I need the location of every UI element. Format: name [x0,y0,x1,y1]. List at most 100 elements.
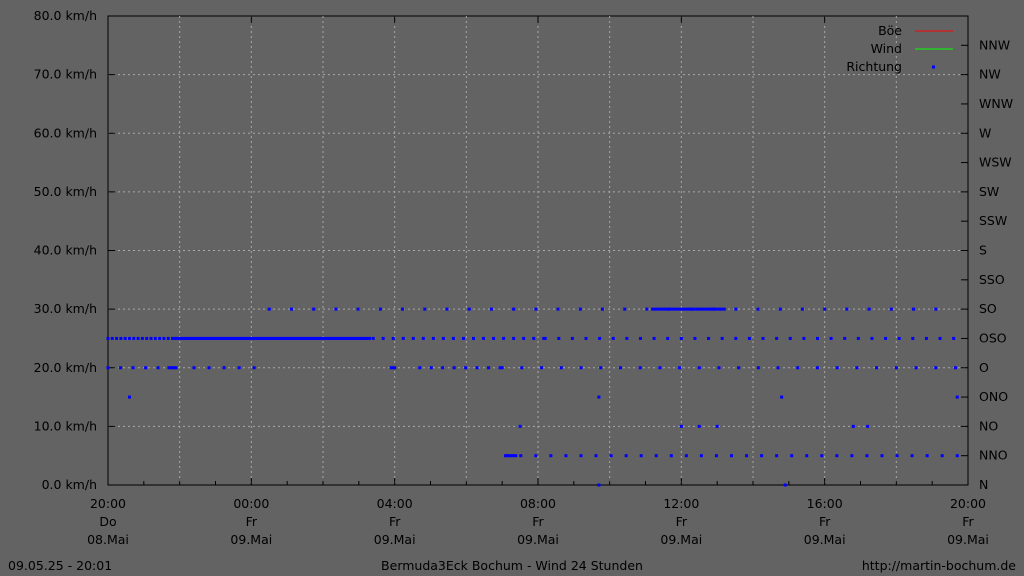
direction-point [843,336,847,340]
direction-point [682,307,686,311]
legend-label: Wind [871,41,902,56]
direction-point [222,366,226,370]
direction-point [431,336,435,340]
direction-point [598,336,602,340]
y-tick-label: 40.0 km/h [34,243,97,258]
direction-tick-label: WNW [979,96,1013,111]
direction-point [119,336,123,340]
direction-tick-label: N [979,477,988,492]
direction-point [500,366,504,370]
direction-point [654,454,658,458]
direction-point [356,307,360,311]
direction-point [912,307,916,311]
direction-point [557,336,561,340]
direction-point [720,336,724,340]
direction-point [461,336,465,340]
wind-chart: 0.0 km/h 10.0 km/h 20.0 km/h 30.0 km/h 40.0 … [34,8,1013,547]
direction-point [745,454,749,458]
direction-point [790,454,794,458]
direction-point [522,336,526,340]
legend-label: Böe [878,23,902,38]
direction-point [708,307,712,311]
direction-point [775,336,779,340]
direction-point [684,454,688,458]
direction-point [482,336,486,340]
direction-point [714,454,718,458]
direction-point [816,336,819,340]
direction-point [136,336,140,340]
direction-point [252,366,256,370]
x-tick-date: 09.Mai [947,532,989,547]
direction-tick-label: NNO [979,448,1008,463]
direction-tick-label: O [979,360,989,375]
direction-point [761,336,765,340]
direction-point [924,336,928,340]
direction-point [378,307,382,311]
direction-point [534,307,538,311]
direction-point [788,336,792,340]
direction-point [678,366,682,370]
direction-point [953,366,957,370]
direction-point [783,483,787,487]
direction-point [166,336,170,340]
direction-axis-ticks: N NNO NO ONO O OSO SO SSO S SSW SW WSW W WNW NW NNW [961,37,1013,492]
direction-point [674,307,678,311]
direction-point [519,454,523,458]
site-url: http://martin-bochum.de [861,558,1016,573]
direction-point [694,307,698,311]
direction-point [145,336,149,340]
direction-point [845,307,849,311]
direction-point [534,454,538,458]
direction-point [381,336,385,340]
direction-point [487,366,491,370]
direction-point [611,336,615,340]
x-tick-day: Fr [819,514,831,529]
direction-point [730,454,733,458]
direction-point [800,307,804,311]
direction-tick-label: W [979,125,991,140]
direction-point [778,307,782,311]
direction-point [952,336,956,340]
direction-point [512,336,516,340]
direction-point [914,366,918,370]
y-tick-label: 60.0 km/h [34,125,97,140]
y-tick-label: 80.0 km/h [34,8,97,23]
direction-point [734,336,738,340]
direction-point [897,336,901,340]
direction-point [717,366,721,370]
direction-point [737,366,741,370]
direction-point [719,307,723,311]
direction-point [760,454,764,458]
direction-point [624,454,628,458]
direction-point [312,307,316,311]
x-tick-date: 09.Mai [517,532,559,547]
legend-label: Richtung [846,59,902,74]
direction-point [870,336,874,340]
direction-point [115,336,119,340]
direction-point [475,366,479,370]
direction-point [639,454,643,458]
direction-point [489,307,493,311]
x-tick-day: Fr [389,514,401,529]
direction-point [702,307,706,311]
direction-point [656,307,660,311]
direction-point [855,366,859,370]
x-tick-day: Fr [532,514,544,529]
direction-point [520,366,524,370]
direction-point [153,336,157,340]
direction-point [714,307,718,311]
direction-point [106,336,110,340]
direction-tick-label: SSW [979,213,1007,228]
direction-point [564,454,568,458]
direction-point [829,336,833,340]
direction-point [796,366,800,370]
direction-point [697,366,701,370]
direction-point [940,454,944,458]
direction-tick-label: NW [979,67,1001,82]
direction-point [502,336,506,340]
legend-point [932,65,935,69]
direction-point [679,424,683,428]
direction-point [601,307,604,311]
x-tick-day: Fr [962,514,974,529]
direction-point [934,366,938,370]
